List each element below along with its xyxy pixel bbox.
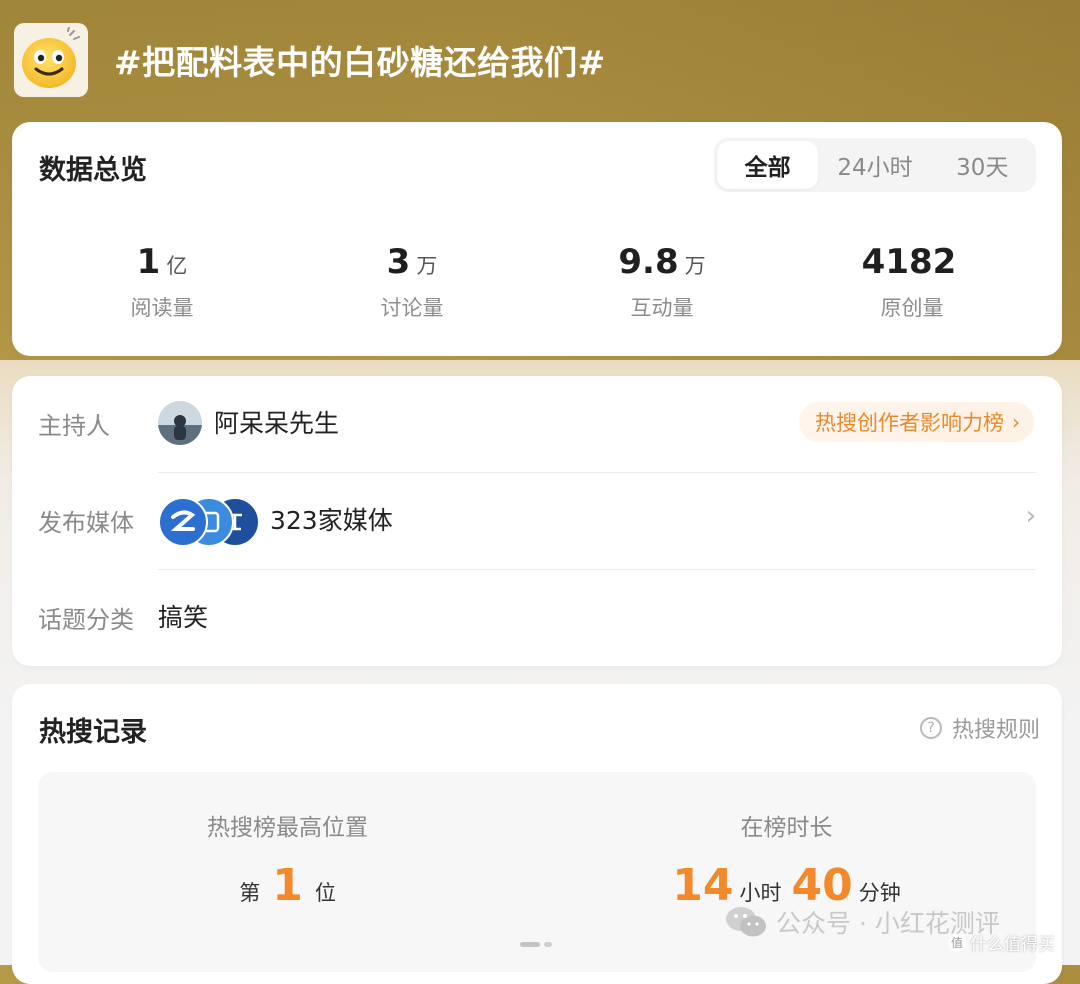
stat-read: 1 亿 阅读量 <box>37 242 287 322</box>
topic-info-card: 主持人 阿呆呆先生 热搜创作者影响力榜 › 发布媒体 323家媒体 › 话题分类… <box>12 376 1062 666</box>
topic-header: #把配料表中的白砂糖还给我们# <box>14 22 606 98</box>
stat-interact: 9.8 万 互动量 <box>537 242 787 322</box>
peak-position-value: 1 <box>272 860 303 911</box>
stat-original: 4182 原创量 <box>787 242 1037 322</box>
tab-30d[interactable]: 30天 <box>932 141 1033 189</box>
stat-interact-value: 9.8 <box>618 242 679 282</box>
page-indicator <box>520 942 556 947</box>
stat-original-label: 原创量 <box>880 296 944 320</box>
duration-label: 在榜时长 <box>740 815 833 841</box>
hot-search-rules-label: 热搜规则 <box>951 718 1040 743</box>
overview-title: 数据总览 <box>39 155 147 186</box>
chevron-right-icon[interactable]: › <box>1026 501 1036 531</box>
wechat-icon <box>726 907 766 937</box>
category-label: 话题分类 <box>38 606 134 634</box>
stat-original-value: 4182 <box>861 242 957 282</box>
overview-card: 数据总览 全部 24小时 30天 1 亿 阅读量 3 万 讨论量 9.8 万 互… <box>12 122 1062 356</box>
smiling-emoji-icon <box>14 23 88 97</box>
site-logo-icon: 值 <box>948 933 966 952</box>
peak-prefix: 第 <box>239 881 261 905</box>
site-watermark: 值 什么值得买 <box>948 930 1055 955</box>
peak-position-label: 热搜榜最高位置 <box>207 815 368 841</box>
stat-discuss: 3 万 讨论量 <box>287 242 537 322</box>
peak-position-block: 热搜榜最高位置 第 1 位 <box>38 772 537 972</box>
time-range-tabs: 全部 24小时 30天 <box>714 138 1036 192</box>
tab-all[interactable]: 全部 <box>717 141 819 189</box>
stats-row: 1 亿 阅读量 3 万 讨论量 9.8 万 互动量 4182 原创量 <box>37 242 1037 322</box>
category-value: 搞笑 <box>158 603 209 632</box>
stat-discuss-label: 讨论量 <box>380 296 444 320</box>
peak-suffix: 位 <box>314 881 336 905</box>
media-logo-icon <box>158 497 208 547</box>
topic-title: #把配料表中的白砂糖还给我们# <box>114 43 606 82</box>
stat-discuss-value: 3 <box>386 242 411 282</box>
media-label: 发布媒体 <box>38 509 134 537</box>
creator-rank-label: 热搜创作者影响力榜 <box>815 411 1004 435</box>
hot-search-rules-link[interactable]: ? 热搜规则 <box>919 712 1040 744</box>
stat-interact-unit: 万 <box>684 254 706 278</box>
stat-read-label: 阅读量 <box>130 296 194 320</box>
media-row[interactable]: 发布媒体 323家媒体 › <box>12 473 1062 569</box>
media-count: 323家媒体 <box>270 506 393 535</box>
chevron-right-icon: › <box>1012 410 1020 434</box>
host-name[interactable]: 阿呆呆先生 <box>214 404 339 440</box>
site-watermark-text: 什么值得买 <box>970 935 1055 955</box>
stat-interact-label: 互动量 <box>630 296 694 320</box>
hot-search-title: 热搜记录 <box>39 717 147 748</box>
stat-discuss-unit: 万 <box>416 254 438 278</box>
creator-rank-badge[interactable]: 热搜创作者影响力榜 › <box>799 402 1034 442</box>
host-avatar[interactable] <box>158 401 202 445</box>
stat-read-unit: 亿 <box>166 254 188 278</box>
host-row[interactable]: 主持人 阿呆呆先生 热搜创作者影响力榜 › <box>12 376 1062 472</box>
category-row: 话题分类 搞笑 <box>12 570 1062 666</box>
host-label: 主持人 <box>38 412 110 440</box>
media-logos <box>158 497 260 547</box>
stat-read-value: 1 <box>136 242 161 282</box>
tab-24h[interactable]: 24小时 <box>824 141 925 189</box>
question-circle-icon: ? <box>919 717 942 739</box>
